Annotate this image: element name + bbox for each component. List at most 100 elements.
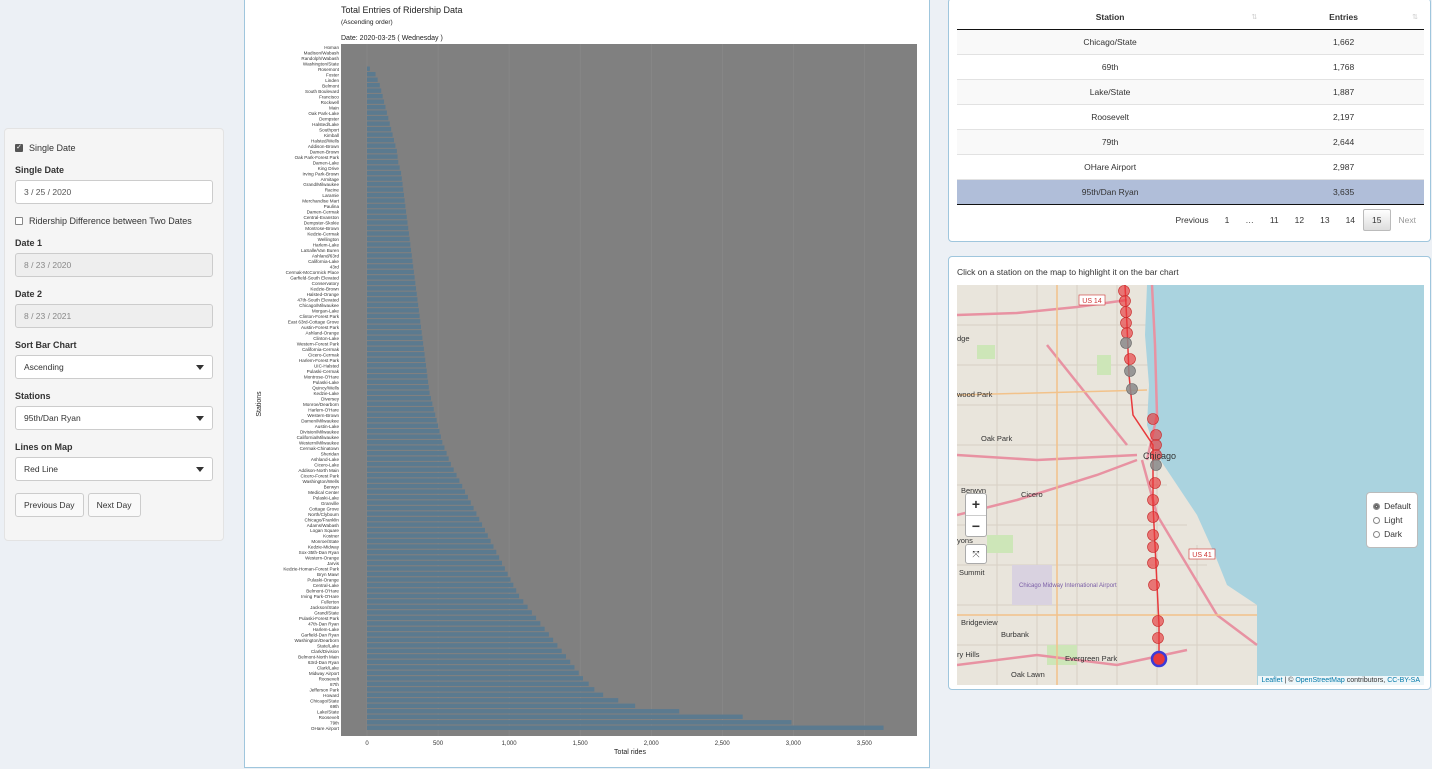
bar[interactable] (367, 401, 433, 406)
bar[interactable] (367, 637, 554, 643)
bar[interactable] (367, 428, 440, 434)
bar[interactable] (367, 703, 636, 708)
bar[interactable] (367, 522, 483, 527)
bar[interactable] (367, 264, 414, 269)
sort-select[interactable]: Ascending (15, 355, 213, 379)
bar[interactable] (367, 654, 566, 659)
pager-page-12[interactable]: 12 (1287, 210, 1312, 230)
bar[interactable] (367, 511, 477, 516)
bar[interactable] (367, 357, 426, 362)
bar[interactable] (367, 104, 386, 110)
single-date-checkbox-row[interactable]: ✓ Single Date (15, 143, 213, 153)
bar[interactable] (367, 412, 436, 417)
bar[interactable] (367, 489, 466, 494)
bar[interactable] (367, 214, 407, 220)
bar[interactable] (367, 374, 428, 379)
bar[interactable] (367, 88, 382, 93)
bar[interactable] (367, 709, 680, 714)
pager-page-13[interactable]: 13 (1312, 210, 1337, 230)
layer-option-dark[interactable]: Dark (1373, 529, 1411, 539)
bar[interactable] (367, 467, 454, 472)
previous-day-button[interactable]: Previous Day (15, 493, 84, 517)
bar[interactable] (367, 516, 480, 522)
bar[interactable] (367, 582, 514, 588)
bar[interactable] (367, 379, 429, 384)
bar[interactable] (367, 302, 419, 308)
bar[interactable] (367, 209, 407, 214)
bar[interactable] (367, 725, 884, 730)
bar[interactable] (367, 143, 396, 148)
bar[interactable] (367, 407, 434, 412)
bar[interactable] (367, 643, 558, 648)
selected-station-marker[interactable] (1150, 650, 1168, 668)
bar[interactable] (367, 258, 413, 264)
layer-option-default[interactable]: Default (1373, 501, 1411, 511)
bar[interactable] (367, 396, 431, 401)
bar[interactable] (367, 269, 414, 275)
single-date-input[interactable]: 3 / 25 / 2020 (15, 180, 213, 204)
radio-icon[interactable] (1373, 516, 1381, 524)
bar[interactable] (367, 280, 416, 286)
bar[interactable] (367, 77, 378, 82)
bar[interactable] (367, 687, 595, 692)
bar[interactable] (367, 170, 402, 176)
bar[interactable] (367, 363, 426, 368)
bar[interactable] (367, 692, 604, 698)
date1-input[interactable]: 8 / 23 / 2020 (15, 253, 213, 277)
bar[interactable] (367, 599, 524, 604)
bar[interactable] (367, 335, 423, 341)
bar[interactable] (367, 527, 485, 533)
bar[interactable] (367, 659, 571, 665)
stations-select[interactable]: 95th/Dan Ryan (15, 406, 213, 430)
bar[interactable] (367, 181, 403, 187)
bar[interactable] (367, 555, 500, 560)
bar[interactable] (367, 330, 422, 335)
bar[interactable] (367, 198, 405, 203)
bar[interactable] (367, 291, 417, 297)
bar[interactable] (367, 225, 409, 231)
table-row-selected[interactable]: 95th/Dan Ryan 3,635 (957, 178, 1424, 205)
bar[interactable] (367, 319, 421, 324)
bar[interactable] (367, 297, 418, 302)
pager-page-14[interactable]: 14 (1338, 210, 1363, 230)
pager-page-1[interactable]: 1 (1217, 210, 1238, 230)
bar[interactable] (367, 72, 376, 77)
bar[interactable] (367, 423, 439, 428)
bar[interactable] (367, 472, 457, 478)
bar[interactable] (367, 236, 410, 242)
bar[interactable] (367, 165, 400, 170)
station-map[interactable]: US 14 US 41 Chicago Oak Park Berwyn Cice… (957, 285, 1424, 685)
pager-page-15-current[interactable]: 15 (1363, 209, 1391, 231)
next-day-button[interactable]: Next Day (87, 493, 141, 517)
bar[interactable] (367, 615, 537, 621)
bar[interactable] (367, 445, 445, 450)
bar[interactable] (367, 341, 424, 346)
bar[interactable] (367, 159, 399, 165)
bar[interactable] (367, 192, 404, 198)
bar[interactable] (367, 176, 402, 181)
bar[interactable] (367, 500, 471, 505)
bar[interactable] (367, 681, 589, 687)
bar[interactable] (367, 220, 408, 225)
table-row[interactable]: 69th 1,768 (957, 53, 1424, 79)
table-row[interactable]: Lake/State 1,887 (957, 78, 1424, 104)
bar[interactable] (367, 533, 488, 538)
bar[interactable] (367, 242, 411, 247)
difference-checkbox[interactable] (15, 217, 23, 225)
layer-option-light[interactable]: Light (1373, 515, 1411, 525)
bar[interactable] (367, 126, 392, 132)
bar[interactable] (367, 566, 505, 571)
station-column-header[interactable]: Station ⇅ (957, 5, 1264, 30)
pager-page-11[interactable]: 11 (1262, 210, 1287, 230)
bar[interactable] (367, 478, 460, 483)
bar[interactable] (367, 621, 541, 626)
bar[interactable] (367, 610, 532, 615)
bar[interactable] (367, 352, 425, 357)
table-row[interactable]: Roosevelt 2,197 (957, 103, 1424, 129)
bar[interactable] (367, 632, 549, 637)
single-date-checkbox[interactable]: ✓ (15, 144, 23, 152)
pager-next[interactable]: Next (1391, 210, 1424, 230)
bar[interactable] (367, 720, 792, 725)
bar[interactable] (367, 461, 451, 467)
bar[interactable] (367, 231, 409, 236)
